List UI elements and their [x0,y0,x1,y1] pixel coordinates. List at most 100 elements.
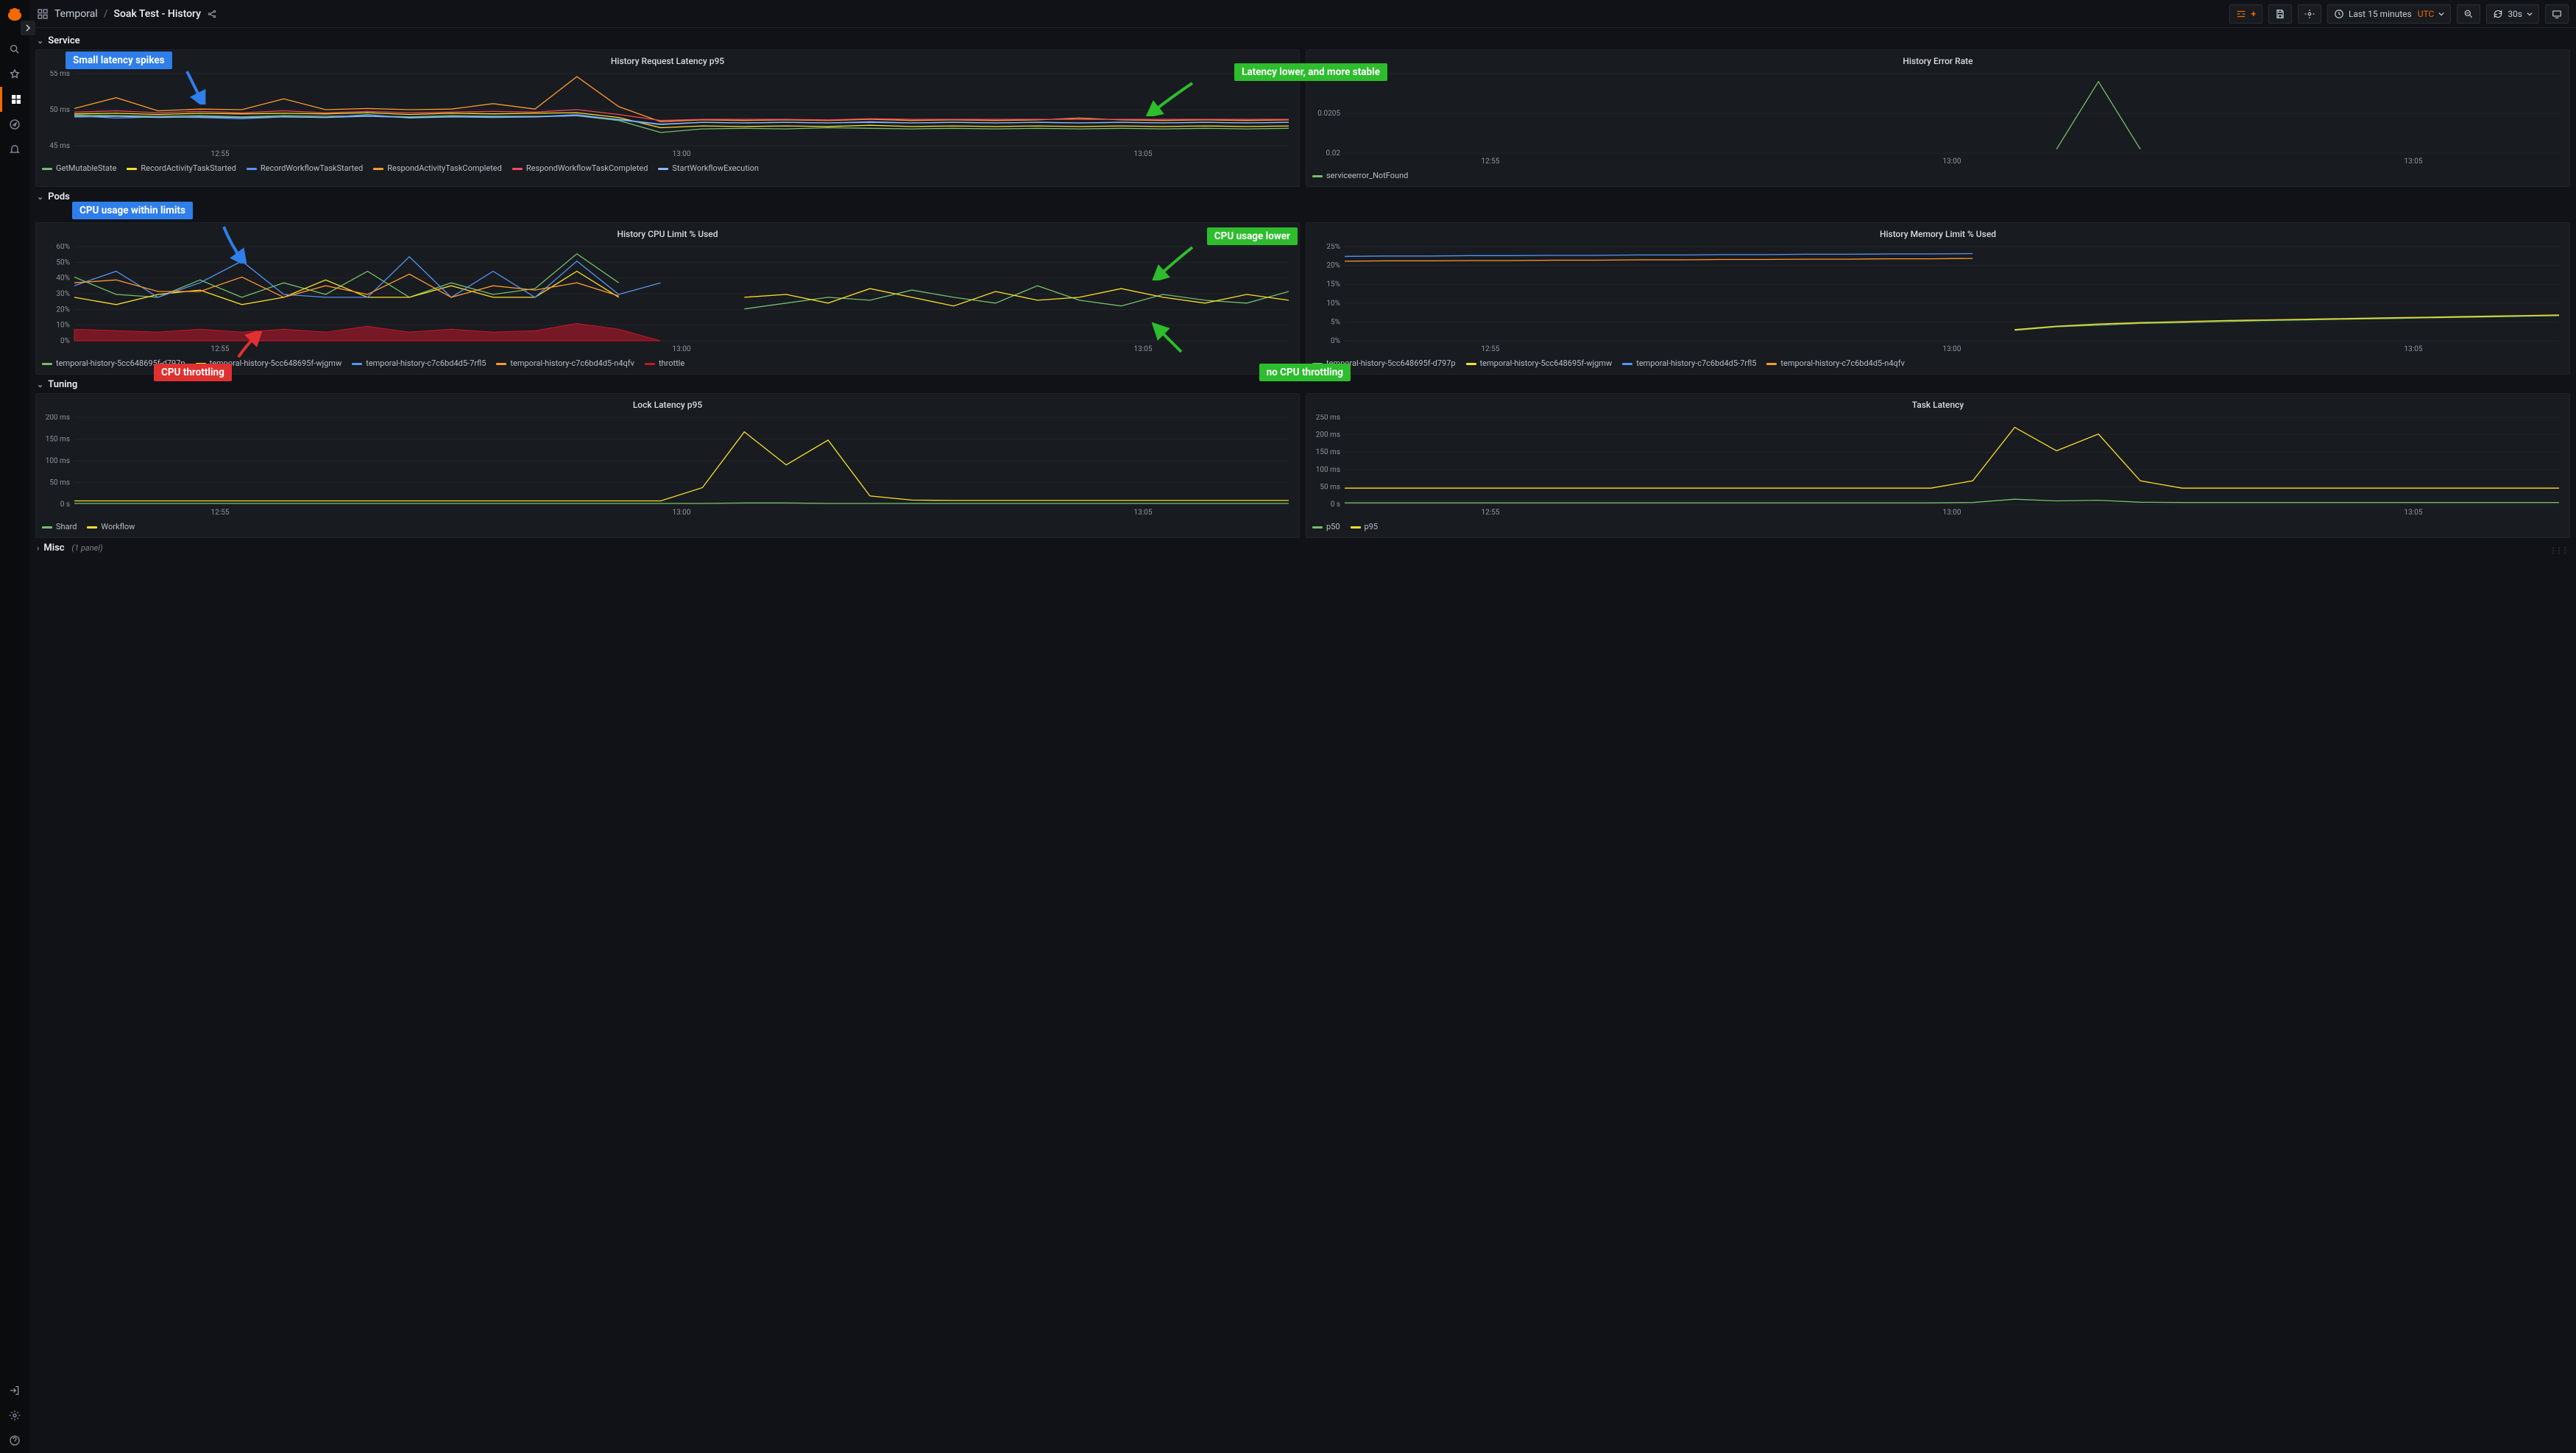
annotation: no CPU throttling [1259,364,1351,381]
panel-title: History Memory Limit % Used [1312,227,2563,244]
legend-item[interactable]: RespondActivityTaskCompleted [373,163,502,173]
alert-bell-icon[interactable] [0,137,29,162]
breadcrumb-root[interactable]: Temporal [54,8,98,20]
panel-task-latency[interactable]: Task Latency 0 s50 ms100 ms150 ms200 ms2… [1306,393,2570,538]
svg-text:25%: 25% [1326,244,1340,251]
svg-text:0 s: 0 s [1331,501,1340,509]
svg-text:100 ms: 100 ms [46,457,70,465]
svg-text:13:00: 13:00 [1943,509,1961,517]
timerange-picker[interactable]: Last 15 minutes UTC [2327,4,2451,24]
timerange-label: Last 15 minutes [2349,9,2412,19]
refresh-button[interactable]: 30s [2486,4,2539,24]
share-icon[interactable] [207,9,217,19]
panel-cpu-limit[interactable]: History CPU Limit % Used CPU usage lower… [35,222,1300,375]
svg-text:45 ms: 45 ms [49,142,70,150]
svg-text:40%: 40% [56,275,70,283]
annotation: Latency lower, and more stable [1234,63,1387,81]
svg-text:200 ms: 200 ms [1316,431,1340,439]
svg-text:100 ms: 100 ms [1316,466,1340,474]
panel-title: Task Latency [1312,398,2563,414]
settings-gear-icon[interactable] [0,1403,29,1428]
legend-item[interactable]: throttle [645,358,684,368]
legend-item[interactable]: Shard [42,522,77,531]
drag-handle-icon[interactable]: ⋮⋮⋮ [2550,547,2567,555]
row-header-service[interactable]: ⌄Service [35,31,2570,49]
svg-text:0%: 0% [1331,337,1340,345]
svg-text:10%: 10% [56,322,70,330]
svg-text:12:55: 12:55 [211,345,230,353]
svg-text:15%: 15% [1326,280,1340,289]
tv-mode-button[interactable] [2545,4,2569,24]
help-icon[interactable] [0,1428,29,1453]
panel-lock-latency[interactable]: Lock Latency p95 0 s50 ms100 ms150 ms200… [35,393,1300,538]
topbar: Temporal / Soak Test - History + Last 15… [29,0,2576,28]
svg-text:13:05: 13:05 [1134,345,1153,353]
legend-item[interactable]: temporal-history-c7c6bd4d5-7rfl5 [1622,358,1756,368]
svg-text:12:55: 12:55 [1482,509,1500,517]
settings-button[interactable] [2298,4,2321,24]
legend-item[interactable]: Workflow [87,522,135,531]
row-header-pods[interactable]: ⌄Pods [35,187,2570,205]
svg-text:13:00: 13:00 [673,509,691,517]
svg-text:13:05: 13:05 [2405,158,2423,166]
svg-text:13:05: 13:05 [1134,150,1153,158]
left-nav-rail [0,0,29,1453]
svg-text:10%: 10% [1326,300,1340,308]
svg-text:13:05: 13:05 [2405,345,2423,353]
svg-text:55 ms: 55 ms [49,71,70,78]
dashboards-icon[interactable] [0,87,29,112]
panel-title: Lock Latency p95 [42,398,1293,414]
dashboards-grid-icon [37,8,49,20]
star-icon[interactable] [0,62,29,87]
svg-text:12:55: 12:55 [1482,158,1500,166]
panel-latency-p95[interactable]: History Request Latency p95 Small latenc… [35,49,1300,187]
refresh-interval: 30s [2508,9,2522,19]
svg-text:0.0205: 0.0205 [1317,110,1340,118]
legend-item[interactable]: RespondWorkflowTaskCompleted [512,163,648,173]
svg-text:13:05: 13:05 [1134,509,1153,517]
dashboard-content: ⌄Service History Request Latency p95 Sma… [29,28,2576,1453]
legend-item[interactable]: temporal-history-5cc648695f-wjgmw [1466,358,1613,368]
legend-item[interactable]: temporal-history-c7c6bd4d5-7rfl5 [352,358,486,368]
svg-text:0 s: 0 s [60,501,70,509]
svg-text:50 ms: 50 ms [49,106,70,114]
svg-text:12:55: 12:55 [211,150,230,158]
legend-item[interactable]: serviceerror_NotFound [1312,171,1408,180]
expand-rail-button[interactable] [21,21,35,35]
svg-text:13:05: 13:05 [2405,509,2423,517]
svg-text:13:00: 13:00 [1943,345,1961,353]
save-button[interactable] [2268,4,2292,24]
svg-text:0%: 0% [60,337,70,345]
chevron-down-icon [2527,11,2533,17]
svg-text:150 ms: 150 ms [1316,448,1340,456]
search-icon[interactable] [0,37,29,62]
legend-item[interactable]: RecordActivityTaskStarted [127,163,236,173]
svg-text:13:00: 13:00 [1943,158,1961,166]
panel-error-rate[interactable]: History Error Rate 0.020.02050.02112:551… [1306,49,2570,187]
zoom-out-button[interactable] [2457,4,2480,24]
svg-text:30%: 30% [56,290,70,298]
timezone-label: UTC [2418,9,2435,19]
breadcrumb-current[interactable]: Soak Test - History [114,8,201,20]
legend-item[interactable]: GetMutableState [42,163,116,173]
svg-text:50 ms: 50 ms [49,479,70,487]
svg-text:60%: 60% [56,244,70,251]
panel-title: History Request Latency p95 [42,54,1293,71]
panel-mem-limit[interactable]: History Memory Limit % Used 0%5%10%15%20… [1306,222,2570,375]
legend-item[interactable]: StartWorkflowExecution [658,163,759,173]
legend-item[interactable]: temporal-history-c7c6bd4d5-n4qfv [496,358,634,368]
annotation: CPU usage lower [1207,227,1298,245]
svg-text:20%: 20% [56,305,70,314]
legend-item[interactable]: p95 [1351,522,1379,531]
annotation: CPU usage within limits [72,202,193,219]
legend-item[interactable]: temporal-history-c7c6bd4d5-n4qfv [1766,358,1905,368]
signin-icon[interactable] [0,1378,29,1403]
chevron-down-icon [2438,11,2444,17]
legend-item[interactable]: RecordWorkflowTaskStarted [247,163,363,173]
legend-item[interactable]: p50 [1312,522,1340,531]
add-panel-button[interactable]: + [2229,4,2262,24]
row-header-misc[interactable]: ›Misc (1 panel) ⋮⋮⋮ [35,538,2570,556]
svg-text:150 ms: 150 ms [46,436,70,444]
svg-text:250 ms: 250 ms [1316,414,1340,422]
explore-icon[interactable] [0,112,29,137]
